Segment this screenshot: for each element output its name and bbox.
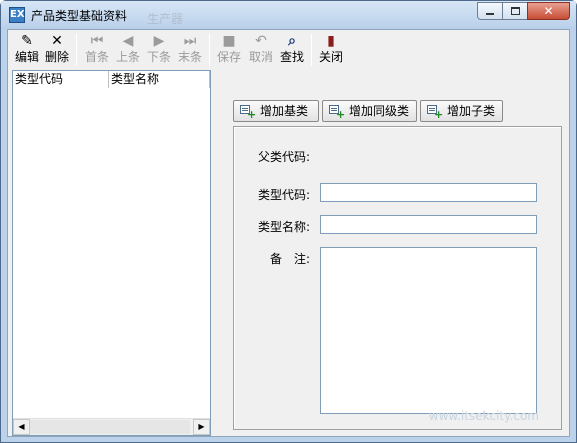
cancel-label: 取消	[248, 50, 273, 64]
find-button[interactable]: ⌕ 查找	[277, 32, 307, 68]
close-window-button[interactable]: ✕	[527, 2, 570, 20]
first-icon: ⏮	[90, 33, 104, 49]
prev-label: 上条	[115, 50, 140, 64]
edit-label: 编辑	[14, 50, 39, 64]
window-controls: ✕	[477, 2, 570, 20]
find-label: 查找	[279, 50, 304, 64]
add-base-class-button[interactable]: + 增加基类	[233, 100, 319, 122]
type-code-label: 类型代码:	[258, 188, 311, 202]
minimize-icon	[486, 13, 494, 15]
save-icon: ■	[222, 33, 236, 49]
cancel-button[interactable]: ↶ 取消	[246, 32, 276, 68]
detail-form: 父类代码: 类型代码: 类型名称: 备 注: www.itsekcity.com	[233, 126, 562, 430]
add-child-label: 增加子类	[447, 104, 496, 118]
next-label: 下条	[146, 50, 171, 64]
edit-icon: ✎	[21, 33, 33, 49]
delete-x-icon: ✕	[51, 33, 63, 49]
maximize-icon	[510, 7, 520, 15]
column-header-type-code[interactable]: 类型代码	[13, 71, 109, 88]
main-window: EX 产品类型基础资料 生产器 ✕ ✎ 编辑 ✕ 删除 ⏮ 首条 ◀ 上条 ▶ …	[0, 0, 577, 443]
detail-panel: + 增加基类 + 增加同级类 + 增加子类 父类代码: 类型代码: 类型名称: …	[215, 70, 569, 436]
background-window-title: 生产器	[147, 12, 184, 26]
delete-label: 删除	[44, 50, 69, 64]
next-icon: ▶	[153, 33, 165, 49]
last-label: 末条	[177, 50, 202, 64]
remark-label: 备 注:	[270, 252, 311, 266]
undo-icon: ↶	[255, 33, 267, 49]
watermark: www.itsekcity.com	[428, 409, 539, 423]
last-icon: ⏭	[183, 33, 197, 49]
parent-code-label: 父类代码:	[258, 150, 311, 164]
prev-icon: ◀	[122, 33, 134, 49]
toolbar: ✎ 编辑 ✕ 删除 ⏮ 首条 ◀ 上条 ▶ 下条 ⏭ 末条 ■ 保存 ↶ 取消 …	[8, 30, 569, 70]
edit-button[interactable]: ✎ 编辑	[12, 32, 42, 68]
scroll-thumb[interactable]	[30, 420, 190, 434]
close-form-button[interactable]: ▮ 关闭	[316, 32, 346, 68]
maximize-button[interactable]	[502, 2, 528, 20]
type-code-input[interactable]	[320, 183, 537, 202]
title-bar[interactable]: EX 产品类型基础资料 生产器 ✕	[1, 1, 576, 29]
remark-textarea[interactable]	[320, 247, 537, 414]
add-item-icon: +	[427, 105, 443, 120]
grid-header: 类型代码 类型名称	[13, 71, 210, 88]
next-record-button[interactable]: ▶ 下条	[144, 32, 174, 68]
type-name-label: 类型名称:	[258, 220, 311, 234]
toolbar-separator	[76, 34, 77, 66]
save-label: 保存	[216, 50, 241, 64]
scroll-right-icon[interactable]: ▶	[193, 419, 210, 435]
binoculars-icon: ⌕	[288, 33, 296, 49]
add-sibling-label: 增加同级类	[349, 104, 410, 118]
delete-button[interactable]: ✕ 删除	[42, 32, 72, 68]
scroll-left-icon[interactable]: ◀	[13, 419, 30, 435]
add-child-class-button[interactable]: + 增加子类	[420, 100, 503, 122]
add-item-icon: +	[240, 105, 256, 120]
minimize-button[interactable]	[477, 2, 503, 20]
prev-record-button[interactable]: ◀ 上条	[113, 32, 143, 68]
last-record-button[interactable]: ⏭ 末条	[175, 32, 205, 68]
horizontal-scrollbar[interactable]: ◀ ▶	[13, 418, 210, 435]
app-icon: EX	[9, 7, 25, 23]
type-name-input[interactable]	[320, 215, 537, 234]
add-base-label: 增加基类	[260, 104, 309, 118]
exit-door-icon: ▮	[327, 33, 335, 49]
toolbar-separator	[209, 34, 210, 66]
window-title: 产品类型基础资料	[31, 9, 128, 23]
toolbar-separator	[311, 34, 312, 66]
add-item-icon: +	[329, 105, 345, 120]
close-label: 关闭	[318, 50, 343, 64]
first-label: 首条	[84, 50, 109, 64]
add-sibling-class-button[interactable]: + 增加同级类	[322, 100, 417, 122]
first-record-button[interactable]: ⏮ 首条	[82, 32, 112, 68]
close-icon: ✕	[543, 4, 554, 18]
type-list-grid[interactable]: 类型代码 类型名称 ◀ ▶	[12, 70, 211, 436]
save-button[interactable]: ■ 保存	[214, 32, 244, 68]
client-area: ✎ 编辑 ✕ 删除 ⏮ 首条 ◀ 上条 ▶ 下条 ⏭ 末条 ■ 保存 ↶ 取消 …	[7, 29, 570, 437]
column-header-type-name[interactable]: 类型名称	[109, 71, 210, 88]
